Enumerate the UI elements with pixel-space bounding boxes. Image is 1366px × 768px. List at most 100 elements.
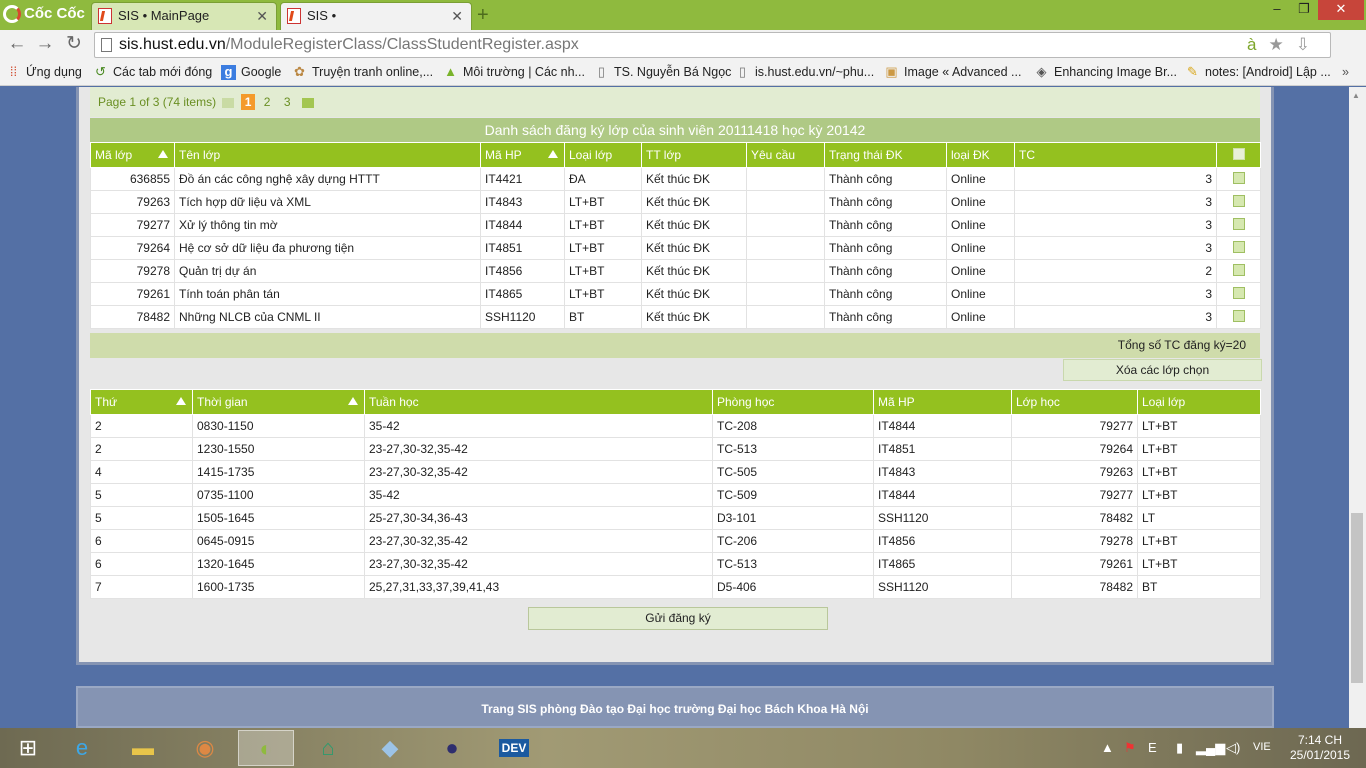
bookmark-item[interactable]: ▯ is.hust.edu.vn/~phu...: [735, 65, 874, 80]
bookmark-star-icon[interactable]: ★: [1269, 35, 1296, 54]
cell-yeu-cau: [746, 305, 825, 329]
bookmark-item[interactable]: ✿ Truyện tranh online,...: [292, 65, 433, 80]
scroll-thumb[interactable]: [1351, 513, 1363, 683]
schedule-row: 6 0645-0915 23-27,30-32,35-42 TC-206 IT4856 7…: [90, 529, 1261, 553]
input-method-icon[interactable]: E: [1148, 740, 1157, 755]
col-header-phong-hoc[interactable]: Phòng học: [712, 389, 874, 415]
bookmark-item[interactable]: ▲ Môi trường | Các nh...: [443, 65, 585, 80]
page-link[interactable]: 3: [284, 95, 291, 109]
tab-mainpage[interactable]: SIS • MainPage ✕: [91, 2, 277, 30]
sis-favicon-icon: [98, 8, 112, 24]
volume-icon[interactable]: ◁): [1226, 740, 1240, 756]
row-checkbox[interactable]: [1232, 240, 1245, 253]
reload-button[interactable]: ↻: [63, 33, 85, 57]
cell-loai-lop: LT+BT: [564, 259, 642, 283]
forward-button[interactable]: →: [34, 33, 56, 57]
restore-button[interactable]: ❐: [1291, 0, 1317, 20]
col-header-loai-dk[interactable]: loại ĐK: [946, 142, 1015, 168]
file-explorer-icon[interactable]: ▬: [115, 730, 171, 766]
select-all-checkbox[interactable]: [1232, 147, 1245, 160]
new-tab-button[interactable]: +: [477, 4, 489, 27]
scroll-up-icon[interactable]: ▲: [1352, 91, 1360, 100]
tab-classstudentregister[interactable]: SIS • ClassStudentRegister ✕: [280, 2, 472, 49]
col-header-thoi-gian[interactable]: Thời gian: [192, 389, 365, 415]
back-button[interactable]: ←: [6, 33, 28, 57]
cell-yeu-cau: [746, 236, 825, 260]
close-window-button[interactable]: ✕: [1318, 0, 1364, 20]
row-checkbox[interactable]: [1232, 217, 1245, 230]
cell-lop-hoc: 79263: [1011, 460, 1138, 484]
bookmark-item[interactable]: ⁞⁞ Ứng dụng: [6, 65, 82, 80]
flag-alert-icon[interactable]: ⚑: [1124, 740, 1136, 756]
col-header-ma-hp[interactable]: Mã HP: [873, 389, 1012, 415]
delete-selected-button[interactable]: Xóa các lớp chọn: [1063, 359, 1262, 381]
cell-lop-hoc: 79278: [1011, 529, 1138, 553]
next-page-icon[interactable]: [301, 97, 314, 108]
more-bookmarks-icon[interactable]: »: [1342, 65, 1349, 79]
cell-ten-lop: Tính toán phân tán: [174, 282, 481, 306]
row-checkbox-cell: [1216, 236, 1261, 260]
browser-tab-strip: Cốc Cốc SIS • MainPage ✕ SIS • ClassStud…: [0, 0, 1366, 49]
col-header-loai-lop[interactable]: Loại lớp: [1137, 389, 1261, 415]
col-header-yeu-cau[interactable]: Yêu cầu: [746, 142, 825, 168]
submit-registration-button[interactable]: Gửi đăng ký: [528, 607, 828, 630]
tab-close-icon[interactable]: ✕: [451, 3, 463, 29]
page-viewport: Page 1 of 3 (74 items) 1 2 3 Danh sách đ…: [0, 87, 1349, 728]
col-header-loai-lop[interactable]: Loại lớp: [564, 142, 642, 168]
cell-trang-thai: Thành công: [824, 305, 947, 329]
col-header-ma-lop[interactable]: Mã lớp: [90, 142, 175, 168]
col-header-lop-hoc[interactable]: Lớp học: [1011, 389, 1138, 415]
bookmark-item[interactable]: ◈ Enhancing Image Br...: [1034, 65, 1178, 80]
show-hidden-icons-icon[interactable]: ▲: [1101, 740, 1114, 755]
prev-page-icon[interactable]: [222, 97, 235, 108]
cell-ma-lop: 79277: [90, 213, 175, 237]
address-bar[interactable]: sis.hust.edu.vn/ModuleRegisterClass/Clas…: [94, 32, 1331, 58]
schedule-row: 2 1230-1550 23-27,30-32,35-42 TC-513 IT4851 7…: [90, 437, 1261, 461]
bookmark-item[interactable]: ▯ TS. Nguyễn Bá Ngọc: [594, 65, 732, 80]
tab-close-icon[interactable]: ✕: [256, 3, 268, 29]
col-header-tt-lop[interactable]: TT lớp: [641, 142, 747, 168]
col-header-ma-hp[interactable]: Mã HP: [480, 142, 565, 168]
row-checkbox[interactable]: [1232, 194, 1245, 207]
cell-loai-lop: LT+BT: [1137, 529, 1261, 553]
cell-tt-lop: Kết thúc ĐK: [641, 259, 747, 283]
coccoc-icon[interactable]: ◐: [238, 730, 294, 766]
cell-ma-hp: IT4844: [873, 414, 1012, 438]
col-header-tc[interactable]: TC: [1014, 142, 1217, 168]
col-header-thu[interactable]: Thứ: [90, 389, 193, 415]
minimize-button[interactable]: –: [1264, 0, 1290, 20]
home-app-icon[interactable]: ⌂: [300, 730, 356, 766]
coccoc-dictionary-icon[interactable]: à: [1247, 35, 1268, 54]
download-icon[interactable]: ⇩: [1296, 35, 1322, 54]
cell-phong-hoc: D3-101: [712, 506, 874, 530]
cell-ma-hp: IT4844: [480, 213, 565, 237]
row-checkbox[interactable]: [1232, 286, 1245, 299]
cell-trang-thai: Thành công: [824, 213, 947, 237]
row-checkbox[interactable]: [1232, 309, 1245, 322]
cell-loai-lop: LT+BT: [564, 213, 642, 237]
box-app-icon[interactable]: ◆: [362, 730, 418, 766]
bookmark-item[interactable]: ▣ Image « Advanced ...: [884, 65, 1021, 80]
chrome-icon[interactable]: ◉: [177, 730, 233, 766]
row-checkbox[interactable]: [1232, 171, 1245, 184]
cell-tc: 3: [1014, 190, 1217, 214]
clock[interactable]: 7:14 CH 25/01/2015: [1288, 733, 1352, 763]
cell-loai-lop: LT+BT: [564, 236, 642, 260]
internet-explorer-icon[interactable]: e: [54, 730, 110, 766]
start-icon[interactable]: ⊞: [0, 730, 56, 766]
col-header-trang-thai[interactable]: Trạng thái ĐK: [824, 142, 947, 168]
battery-icon[interactable]: ▮: [1176, 740, 1183, 756]
vertical-scrollbar[interactable]: ▲: [1349, 87, 1366, 728]
network-icon[interactable]: ▂▄▆: [1196, 740, 1225, 756]
row-checkbox[interactable]: [1232, 263, 1245, 276]
language-indicator[interactable]: VIE: [1253, 741, 1271, 753]
bookmark-item[interactable]: g Google: [221, 65, 281, 80]
bookmark-item[interactable]: ✎ notes: [Android] Lập ...: [1185, 65, 1331, 80]
bookmark-item[interactable]: ↺ Các tab mới đóng: [93, 65, 212, 80]
col-header-tuan-hoc[interactable]: Tuần học: [364, 389, 713, 415]
page-link[interactable]: 2: [264, 95, 271, 109]
col-header-ten-lop[interactable]: Tên lớp: [174, 142, 481, 168]
eclipse-icon[interactable]: ●: [424, 730, 480, 766]
browser-logo[interactable]: Cốc Cốc: [0, 0, 88, 30]
dev-cpp-icon[interactable]: DEV: [486, 730, 542, 766]
